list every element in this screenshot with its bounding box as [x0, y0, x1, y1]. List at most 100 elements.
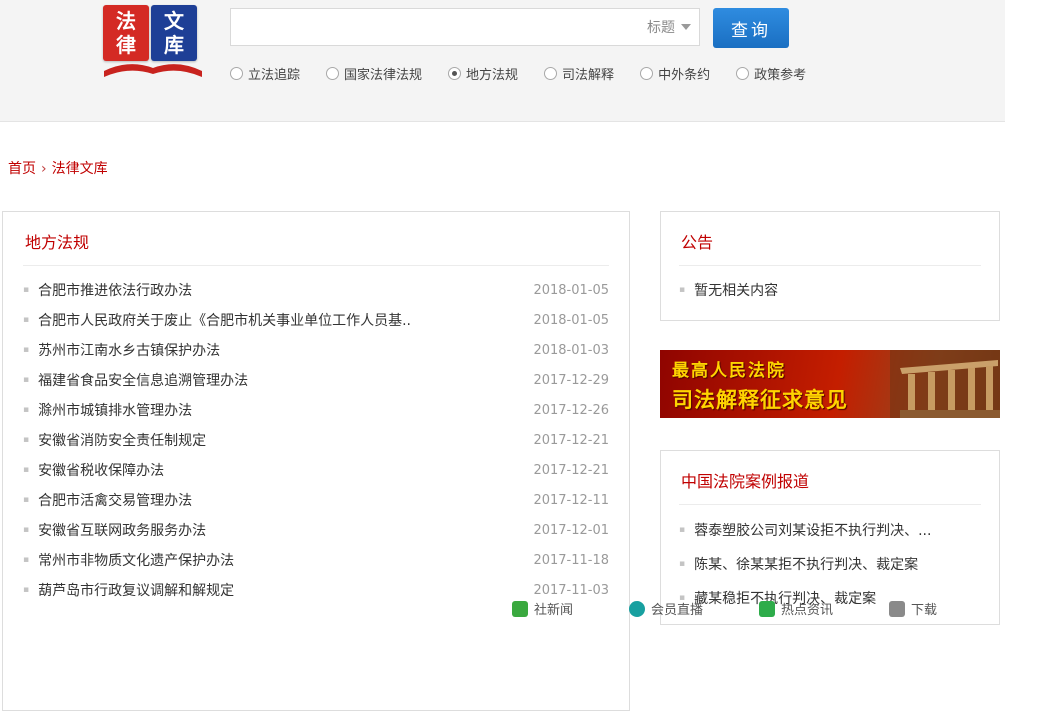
law-title-link[interactable]: 安徽省消防安全责任制规定 [38, 430, 206, 450]
breadcrumb-current: 法律文库 [52, 161, 108, 177]
logo-tiles: 法 律 文 库 [103, 5, 213, 61]
law-list-item[interactable]: 安徽省消防安全责任制规定 2017-12-21 [23, 425, 609, 455]
radio-treaties[interactable]: 中外条约 [640, 64, 710, 83]
search-field-selector[interactable]: 标题 [647, 9, 691, 45]
search-box: 标题 [230, 8, 700, 46]
radio-label: 中外条约 [658, 64, 710, 83]
announcement-panel: 公告 暂无相关内容 [660, 211, 1000, 321]
radio-legislation-tracking[interactable]: 立法追踪 [230, 64, 300, 83]
announcement-empty: 暂无相关内容 [679, 280, 981, 300]
radio-local-regulations[interactable]: 地方法规 [448, 64, 518, 83]
law-list-item[interactable]: 安徽省互联网政务服务办法 2017-12-01 [23, 515, 609, 545]
law-date: 2017-12-11 [533, 493, 609, 508]
bullet-icon [23, 465, 29, 475]
law-date: 2017-12-29 [533, 373, 609, 388]
bullet-icon [23, 315, 29, 325]
case-title-link[interactable]: 蓉泰塑胶公司刘某设拒不执行判决、... [694, 520, 931, 540]
radio-policy-reference[interactable]: 政策参考 [736, 64, 806, 83]
law-list-item[interactable]: 滁州市城镇排水管理办法 2017-12-26 [23, 395, 609, 425]
bullet-icon [23, 405, 29, 415]
case-list-item[interactable]: 蓉泰塑胶公司刘某设拒不执行判决、... [679, 513, 981, 547]
announcement-empty-text: 暂无相关内容 [694, 280, 778, 300]
law-date: 2018-01-03 [533, 343, 609, 358]
banner-text: 最高人民法院 司法解释征求意见 [672, 356, 848, 414]
logo-tile-blue: 文 库 [151, 5, 197, 61]
bullet-icon [23, 435, 29, 445]
law-list-item[interactable]: 苏州市江南水乡古镇保护办法 2018-01-03 [23, 335, 609, 365]
courthouse-illustration [870, 350, 1000, 418]
law-date: 2017-12-01 [533, 523, 609, 538]
bullet-icon [23, 555, 29, 565]
bullet-icon [23, 285, 29, 295]
panel-title: 公告 [679, 212, 981, 266]
search-input[interactable] [231, 9, 641, 45]
law-title-link[interactable]: 合肥市推进依法行政办法 [38, 280, 192, 300]
radio-icon [230, 67, 243, 80]
logo-char: 律 [116, 33, 136, 57]
site-logo[interactable]: 法 律 文 库 [103, 5, 213, 91]
law-list-item[interactable]: 合肥市人民政府关于废止《合肥市机关事业单位工作人员基.. 2018-01-05 [23, 305, 609, 335]
bullet-icon [679, 525, 685, 535]
radio-national-laws[interactable]: 国家法律法规 [326, 64, 422, 83]
radio-icon [326, 67, 339, 80]
radio-icon [736, 67, 749, 80]
law-title-link[interactable]: 苏州市江南水乡古镇保护办法 [38, 340, 220, 360]
law-title-link[interactable]: 常州市非物质文化遗产保护办法 [38, 550, 234, 570]
law-date: 2018-01-05 [533, 283, 609, 298]
chevron-down-icon [681, 24, 691, 30]
radio-icon [640, 67, 653, 80]
bullet-icon [23, 495, 29, 505]
breadcrumb: 首页 › 法律文库 [8, 158, 108, 178]
category-radio-group: 立法追踪 国家法律法规 地方法规 司法解释 中外条约 政策参考 [230, 64, 806, 83]
panel-title: 中国法院案例报道 [679, 451, 981, 505]
law-date: 2017-11-03 [533, 583, 609, 598]
radio-icon [448, 67, 461, 80]
bullet-icon [23, 345, 29, 355]
local-regulations-panel: 地方法规 合肥市推进依法行政办法 2018-01-05 合肥市人民政府关于废止《… [2, 211, 630, 711]
law-date: 2017-12-21 [533, 463, 609, 478]
law-date: 2017-12-21 [533, 433, 609, 448]
law-date: 2018-01-05 [533, 313, 609, 328]
law-list: 合肥市推进依法行政办法 2018-01-05 合肥市人民政府关于废止《合肥市机关… [23, 275, 609, 605]
banner-line2: 司法解释征求意见 [672, 384, 848, 414]
radio-judicial-interpretation[interactable]: 司法解释 [544, 64, 614, 83]
search-button[interactable]: 查询 [713, 8, 789, 48]
bullet-icon [23, 585, 29, 595]
radio-label: 国家法律法规 [344, 64, 422, 83]
logo-char: 文 [164, 9, 184, 33]
banner-line1: 最高人民法院 [672, 356, 848, 381]
law-title-link[interactable]: 安徽省税收保障办法 [38, 460, 164, 480]
bullet-icon [23, 525, 29, 535]
panel-title: 地方法规 [23, 212, 609, 266]
law-list-item[interactable]: 安徽省税收保障办法 2017-12-21 [23, 455, 609, 485]
law-list-item[interactable]: 合肥市活禽交易管理办法 2017-12-11 [23, 485, 609, 515]
law-list-item[interactable]: 合肥市推进依法行政办法 2018-01-05 [23, 275, 609, 305]
bullet-icon [679, 285, 685, 295]
breadcrumb-home-link[interactable]: 首页 [8, 161, 36, 177]
law-title-link[interactable]: 安徽省互联网政务服务办法 [38, 520, 206, 540]
law-title-link[interactable]: 合肥市人民政府关于废止《合肥市机关事业单位工作人员基.. [38, 310, 411, 330]
law-title-link[interactable]: 福建省食品安全信息追溯管理办法 [38, 370, 248, 390]
law-date: 2017-11-18 [533, 553, 609, 568]
law-list-item[interactable]: 福建省食品安全信息追溯管理办法 2017-12-29 [23, 365, 609, 395]
logo-tile-red: 法 律 [103, 5, 149, 61]
radio-label: 司法解释 [562, 64, 614, 83]
bullet-icon [23, 375, 29, 385]
bullet-icon [679, 559, 685, 569]
breadcrumb-separator: › [41, 161, 47, 177]
law-title-link[interactable]: 葫芦岛市行政复议调解和解规定 [38, 580, 234, 600]
radio-icon [544, 67, 557, 80]
radio-label: 立法追踪 [248, 64, 300, 83]
law-title-link[interactable]: 滁州市城镇排水管理办法 [38, 400, 192, 420]
site-header: 法 律 文 库 标题 查询 立法追踪 国家法律法规 [0, 0, 1005, 122]
logo-char: 法 [116, 9, 136, 33]
logo-char: 库 [164, 33, 184, 57]
law-title-link[interactable]: 合肥市活禽交易管理办法 [38, 490, 192, 510]
case-list-item[interactable]: 陈某、徐某某拒不执行判决、裁定案 [679, 547, 981, 581]
law-date: 2017-12-26 [533, 403, 609, 418]
search-field-label: 标题 [647, 17, 675, 37]
case-title-link[interactable]: 陈某、徐某某拒不执行判决、裁定案 [694, 554, 918, 574]
law-list-item[interactable]: 常州市非物质文化遗产保护办法 2017-11-18 [23, 545, 609, 575]
radio-label: 政策参考 [754, 64, 806, 83]
supreme-court-banner[interactable]: 最高人民法院 司法解释征求意见 [660, 350, 1000, 418]
